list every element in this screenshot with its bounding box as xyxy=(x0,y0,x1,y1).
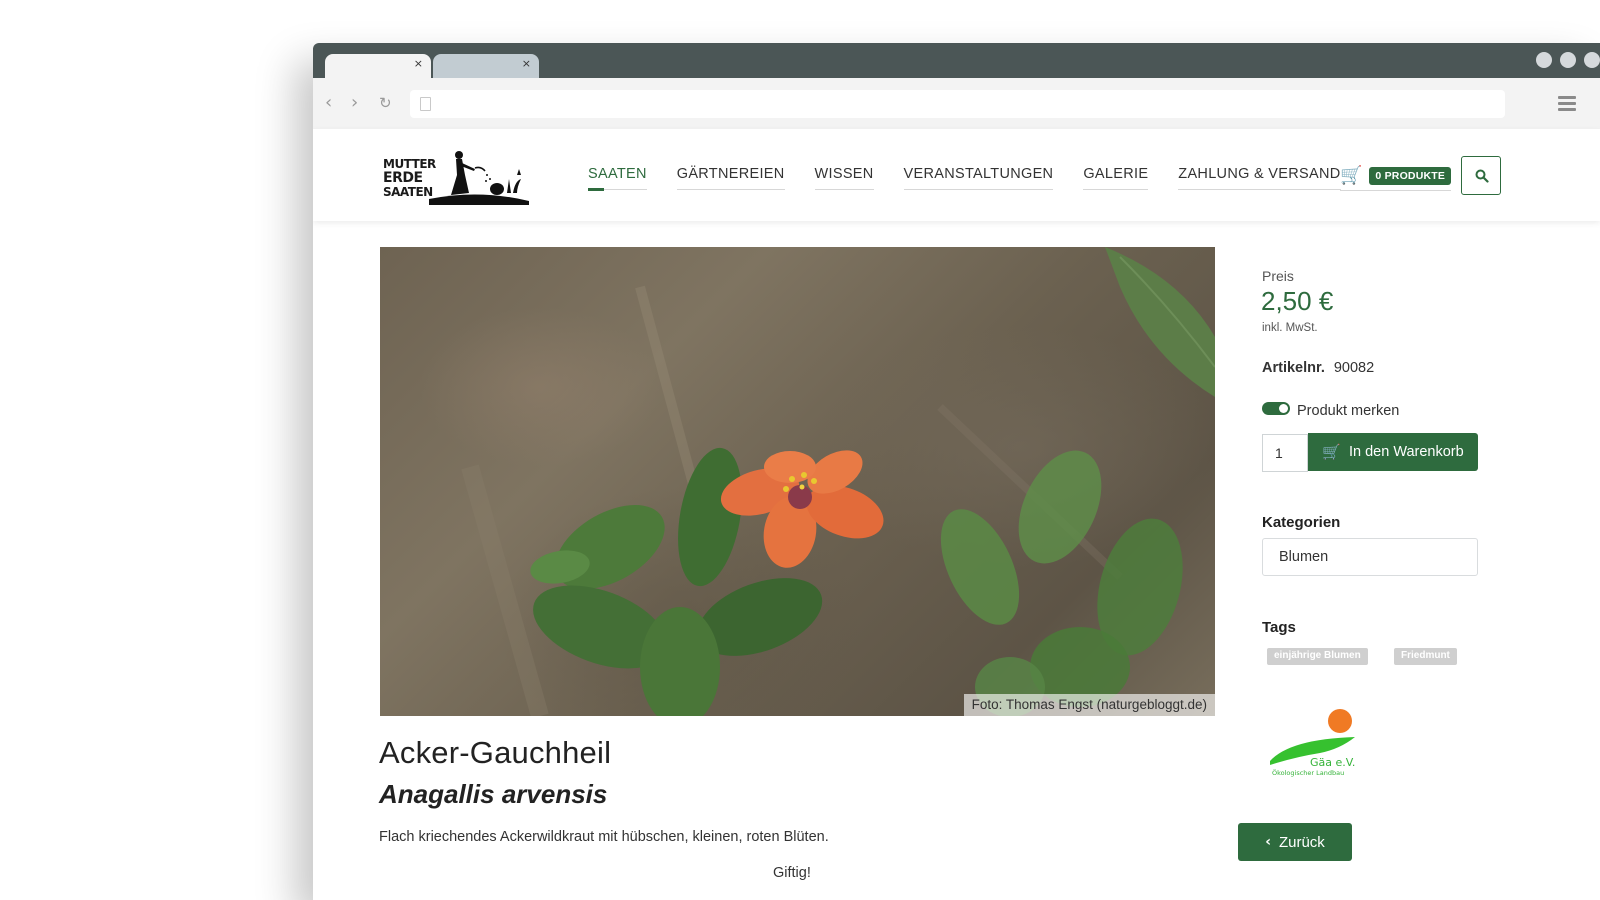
forward-arrow-icon[interactable]: › xyxy=(351,94,358,112)
product-photo: Foto: Thomas Engst (naturgebloggt.de) xyxy=(380,247,1215,716)
back-arrow-icon[interactable]: ‹ xyxy=(325,94,332,112)
tag-einjaehrige-blumen[interactable]: einjährige Blumen xyxy=(1267,648,1368,665)
close-tab-icon[interactable]: × xyxy=(414,57,423,70)
browser-tab-active[interactable]: × xyxy=(325,54,431,78)
cart-icon: 🛒 xyxy=(1322,443,1341,461)
toxicity-note: Giftig! xyxy=(773,865,811,881)
browser-tab-inactive[interactable]: × xyxy=(433,54,539,78)
site-logo[interactable]: MUTTER ERDE SAATEN xyxy=(383,149,533,205)
window-close-button[interactable] xyxy=(1584,52,1600,68)
nav-item-zahlung-versand[interactable]: ZAHLUNG & VERSAND xyxy=(1178,166,1341,190)
screenshot-stage: × × ‹ › ↻ MUTTER ERDE SAATEN SAATEN GÄRT… xyxy=(0,0,1600,900)
tags-heading: Tags xyxy=(1262,619,1296,636)
search-button[interactable] xyxy=(1461,156,1501,195)
window-maximize-button[interactable] xyxy=(1560,52,1576,68)
close-tab-icon[interactable]: × xyxy=(522,57,531,70)
nav-item-saaten[interactable]: SAATEN xyxy=(588,166,647,191)
photo-caption: Foto: Thomas Engst (naturgebloggt.de) xyxy=(963,694,1215,716)
nav-item-gaertnereien[interactable]: GÄRTNEREIEN xyxy=(676,166,785,190)
address-bar[interactable] xyxy=(410,90,1505,118)
window-controls xyxy=(1536,52,1600,68)
category-link-blumen[interactable]: Blumen xyxy=(1262,538,1478,576)
quantity-input[interactable] xyxy=(1262,434,1308,472)
chevron-left-icon: ‹ xyxy=(1265,834,1271,850)
vat-note: inkl. MwSt. xyxy=(1262,322,1318,334)
gaa-name: Gäa e.V. xyxy=(1310,756,1356,769)
article-number-value: 90082 xyxy=(1333,360,1375,376)
cart-count-badge: 0 PRODUKTE xyxy=(1369,167,1452,185)
gardener-silhouette-icon xyxy=(429,151,529,205)
site-header: MUTTER ERDE SAATEN SAATEN GÄRTNEREIEN WI… xyxy=(313,129,1600,221)
cart-link[interactable]: 🛒 0 PRODUKTE xyxy=(1340,165,1452,191)
browser-menu-icon[interactable] xyxy=(1558,96,1576,114)
search-icon xyxy=(1475,169,1489,183)
tag-friedmunt[interactable]: Friedmunt xyxy=(1394,648,1457,665)
add-to-cart-label: In den Warenkorb xyxy=(1348,444,1464,460)
webpage: MUTTER ERDE SAATEN SAATEN GÄRTNEREIEN WI… xyxy=(313,129,1600,900)
nav-item-wissen[interactable]: WISSEN xyxy=(814,166,874,190)
browser-toolbar: ‹ › ↻ xyxy=(313,78,1600,129)
reload-icon[interactable]: ↻ xyxy=(379,94,392,112)
product-title: Acker-Gauchheil xyxy=(379,735,612,770)
browser-window: × × ‹ › ↻ MUTTER ERDE SAATEN SAATEN GÄRT… xyxy=(313,43,1600,900)
product-latin-name: Anagallis arvensis xyxy=(379,779,608,809)
nav-item-veranstaltungen[interactable]: VERANSTALTUNGEN xyxy=(903,166,1054,190)
back-button-label: Zurück xyxy=(1278,833,1325,851)
article-number: Artikelnr. 90082 xyxy=(1262,360,1374,376)
main-navigation: SAATEN GÄRTNEREIEN WISSEN VERANSTALTUNGE… xyxy=(588,166,1371,191)
cart-icon: 🛒 xyxy=(1340,165,1363,186)
logo-wordmark: MUTTER ERDE SAATEN xyxy=(383,157,436,199)
nav-item-galerie[interactable]: GALERIE xyxy=(1083,166,1149,190)
browser-tab-bar: × × xyxy=(313,43,1600,78)
product-description: Flach kriechendes Ackerwildkraut mit hüb… xyxy=(379,829,829,845)
remember-product-toggle[interactable] xyxy=(1262,402,1290,415)
gaa-certification-logo[interactable]: Gäa e.V. Ökologischer Landbau xyxy=(1270,709,1370,789)
gaa-subtitle: Ökologischer Landbau xyxy=(1272,769,1345,777)
article-number-label: Artikelnr. xyxy=(1262,360,1325,376)
price-label: Preis xyxy=(1262,268,1294,284)
remember-product-label: Produkt merken xyxy=(1297,403,1400,419)
gaa-logo-icon xyxy=(1270,709,1355,765)
price-value: 2,50 € xyxy=(1261,286,1334,316)
page-icon xyxy=(420,97,431,111)
categories-heading: Kategorien xyxy=(1262,514,1341,531)
add-to-cart-button[interactable]: 🛒 In den Warenkorb xyxy=(1308,433,1478,471)
back-button[interactable]: ‹ Zurück xyxy=(1238,823,1352,861)
window-minimize-button[interactable] xyxy=(1536,52,1552,68)
flower-illustration xyxy=(461,247,1215,716)
